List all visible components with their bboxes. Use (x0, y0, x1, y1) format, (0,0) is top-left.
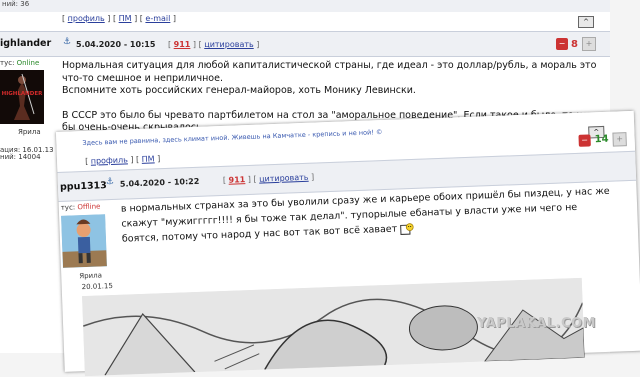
rate-up-icon[interactable]: + (612, 132, 627, 147)
rate-up-icon[interactable]: + (582, 37, 596, 51)
author-name[interactable]: ighlander (0, 38, 51, 49)
rate-down-icon[interactable]: − (578, 134, 591, 147)
registration-date: 20.01.15 (81, 282, 114, 292)
user-signature: Здесь вам не равнина, здесь климат иной.… (82, 128, 383, 148)
profile-links: [ профиль ] [ ПМ ] (84, 154, 161, 166)
profile-links: [ профиль ] [ ПМ ] [ e-mail ] (62, 14, 177, 23)
smiley-icon (400, 221, 415, 236)
anchor-icon[interactable]: ⚓ (106, 177, 114, 187)
post-number-link[interactable]: 911 (228, 175, 245, 185)
post-number-link[interactable]: 911 (174, 40, 191, 49)
post-date: 5.04.2020 - 10:15 (76, 40, 156, 49)
profile-link[interactable]: профиль (91, 155, 128, 165)
user-group: Ярила (79, 271, 103, 281)
post-date: 5.04.2020 - 10:22 (119, 176, 200, 189)
profile-link[interactable]: профиль (68, 14, 105, 23)
rating-score: 8 (571, 39, 578, 50)
watermark: YAPLAKAL.COM (477, 316, 596, 331)
scroll-up-button[interactable]: ^ (578, 16, 594, 28)
post-number-group: [ 911 ] [ цитировать ] (222, 172, 315, 185)
svg-text:HIGHLANDER: HIGHLANDER (2, 91, 43, 97)
avatar[interactable]: HIGHLANDER (0, 70, 44, 124)
quote-link[interactable]: цитировать (259, 173, 309, 184)
anchor-icon[interactable]: ⚓ (63, 37, 71, 47)
user-status: тус: Online (0, 59, 40, 67)
quote-link[interactable]: цитировать (204, 40, 253, 49)
rating-score: 14 (594, 133, 609, 146)
pm-link[interactable]: ПМ (119, 14, 132, 23)
post-header: ighlander ⚓ 5.04.2020 - 10:15 [ 911 ] [ … (0, 31, 610, 57)
user-status: тус: Offline (60, 202, 101, 212)
post-footer-strip: ний: 36 (0, 0, 610, 12)
post-paragraph: Вспомните хоть российских генерал-майоро… (62, 85, 416, 96)
post-number-group: [ 911 ] [ цитировать ] (168, 40, 260, 49)
email-link[interactable]: e-mail (145, 14, 170, 23)
author-name[interactable]: ppu1313 (60, 180, 107, 193)
messages-count: ний: 14004 (0, 153, 41, 161)
messages-count: ний: 36 (2, 0, 30, 8)
user-group: Ярила (18, 128, 41, 136)
avatar[interactable] (61, 214, 107, 268)
pm-link[interactable]: ПМ (142, 154, 155, 163)
rate-down-icon[interactable]: − (556, 38, 568, 50)
post-paragraph: Нормальная ситуация для любой капиталист… (62, 60, 597, 84)
front-post: Здесь вам не равнина, здесь климат иной.… (56, 110, 640, 377)
